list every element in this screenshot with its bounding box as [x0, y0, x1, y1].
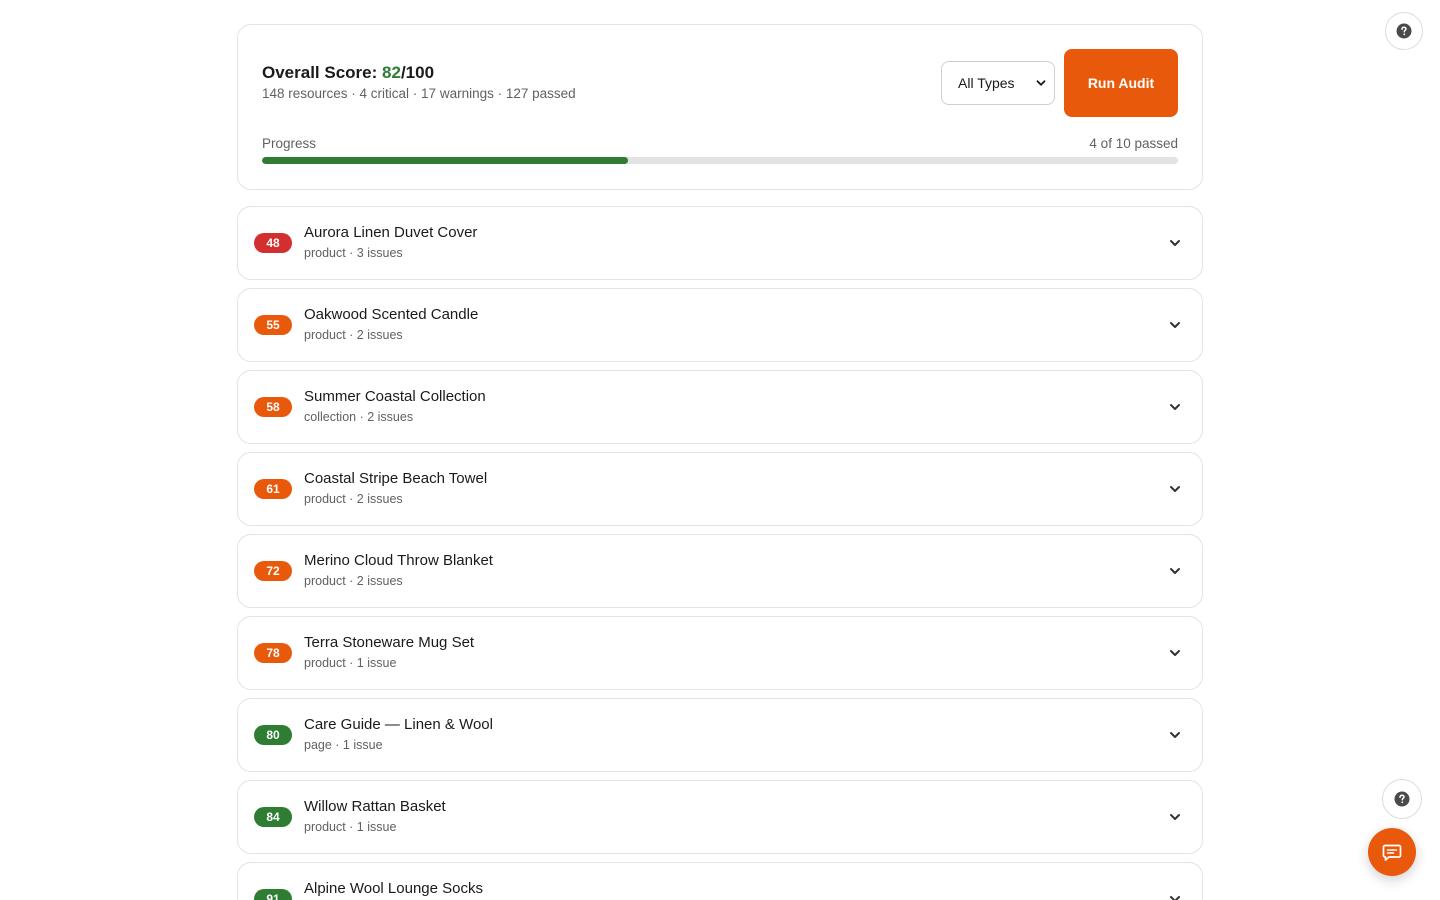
resource-name: Alpine Wool Lounge Socks [304, 880, 484, 897]
resource-row[interactable]: 72 Merino Cloud Throw Blanket product · 2 … [237, 534, 1203, 608]
chevron-down-icon[interactable] [1168, 810, 1182, 824]
resource-row[interactable]: 78 Terra Stoneware Mug Set product · 1 iss… [237, 616, 1203, 690]
resource-name: Oakwood Scented Candle [304, 306, 479, 323]
score-summary-card: Overall Score: 82/100 148 resources · 4 … [237, 24, 1203, 190]
resource-list: 48 Aurora Linen Duvet Cover product · 3 is… [237, 206, 1203, 900]
overall-score-heading: Overall Score: 82/100 [262, 63, 434, 83]
score-label: Overall Score: [262, 63, 383, 82]
resource-row[interactable]: 55 Oakwood Scented Candle product · 2 issu… [237, 288, 1203, 362]
progress-bar [262, 157, 1178, 164]
chevron-down-icon[interactable] [1168, 482, 1182, 496]
score-badge: 61 [254, 479, 292, 499]
chevron-down-icon[interactable] [1168, 892, 1182, 900]
score-badge: 80 [254, 725, 292, 745]
audit-stats: 148 resources · 4 critical · 17 warnings… [262, 86, 576, 101]
resource-meta: collection · 2 issues [304, 410, 414, 424]
question-circle-icon [1394, 791, 1410, 807]
audit-page: Overall Score: 82/100 148 resources · 4 … [0, 0, 1440, 900]
chevron-down-icon[interactable] [1168, 318, 1182, 332]
resource-name: Aurora Linen Duvet Cover [304, 224, 478, 241]
score-badge: 55 [254, 315, 292, 335]
resource-row[interactable]: 48 Aurora Linen Duvet Cover product · 3 is… [237, 206, 1203, 280]
chevron-down-icon[interactable] [1168, 728, 1182, 742]
score-value: 82 [382, 63, 401, 82]
resource-meta: product · 1 issue [304, 820, 397, 834]
score-max: /100 [400, 63, 435, 82]
progress-count: 4 of 10 passed [1089, 136, 1178, 151]
type-filter-value: All Types [958, 75, 1015, 91]
resource-meta: product · 2 issues [304, 574, 403, 588]
resource-meta: product · 3 issues [304, 246, 403, 260]
resource-name: Coastal Stripe Beach Towel [304, 470, 488, 487]
resource-row[interactable]: 61 Coastal Stripe Beach Towel product · 2 … [237, 452, 1203, 526]
resource-name: Willow Rattan Basket [304, 798, 446, 815]
question-circle-icon [1396, 23, 1412, 39]
resource-meta: page · 1 issue [304, 738, 383, 752]
progress-label: Progress [262, 136, 317, 151]
resource-name: Terra Stoneware Mug Set [304, 634, 475, 651]
help-button-bottom[interactable] [1382, 779, 1422, 819]
resource-row[interactable]: 91 Alpine Wool Lounge Socks [237, 862, 1203, 900]
chevron-down-icon [1036, 80, 1046, 86]
score-badge: 84 [254, 807, 292, 827]
score-badge: 78 [254, 643, 292, 663]
score-badge: 72 [254, 561, 292, 581]
resource-meta: product · 2 issues [304, 492, 403, 506]
score-badge: 48 [254, 233, 292, 253]
help-button-top[interactable] [1385, 12, 1423, 50]
resource-meta: product · 1 issue [304, 656, 397, 670]
chat-bubble-icon [1382, 844, 1402, 861]
chevron-down-icon[interactable] [1168, 564, 1182, 578]
audit-container: Overall Score: 82/100 148 resources · 4 … [237, 24, 1203, 900]
progress-bar-fill [262, 157, 629, 164]
resource-row[interactable]: 84 Willow Rattan Basket product · 1 issue [237, 780, 1203, 854]
chevron-down-icon[interactable] [1168, 646, 1182, 660]
chevron-down-icon[interactable] [1168, 236, 1182, 250]
chevron-down-icon[interactable] [1168, 400, 1182, 414]
chat-button[interactable] [1368, 828, 1416, 876]
resource-meta: product · 2 issues [304, 328, 403, 342]
resource-row[interactable]: 80 Care Guide — Linen & Wool page · 1 issu… [237, 698, 1203, 772]
score-badge: 91 [254, 889, 292, 900]
run-audit-button[interactable]: Run Audit [1064, 49, 1178, 117]
type-filter-select[interactable]: All Types [941, 61, 1055, 105]
resource-name: Merino Cloud Throw Blanket [304, 552, 493, 569]
resource-name: Care Guide — Linen & Wool [304, 716, 493, 733]
resource-row[interactable]: 58 Summer Coastal Collection collection · … [237, 370, 1203, 444]
score-badge: 58 [254, 397, 292, 417]
resource-name: Summer Coastal Collection [304, 388, 486, 405]
